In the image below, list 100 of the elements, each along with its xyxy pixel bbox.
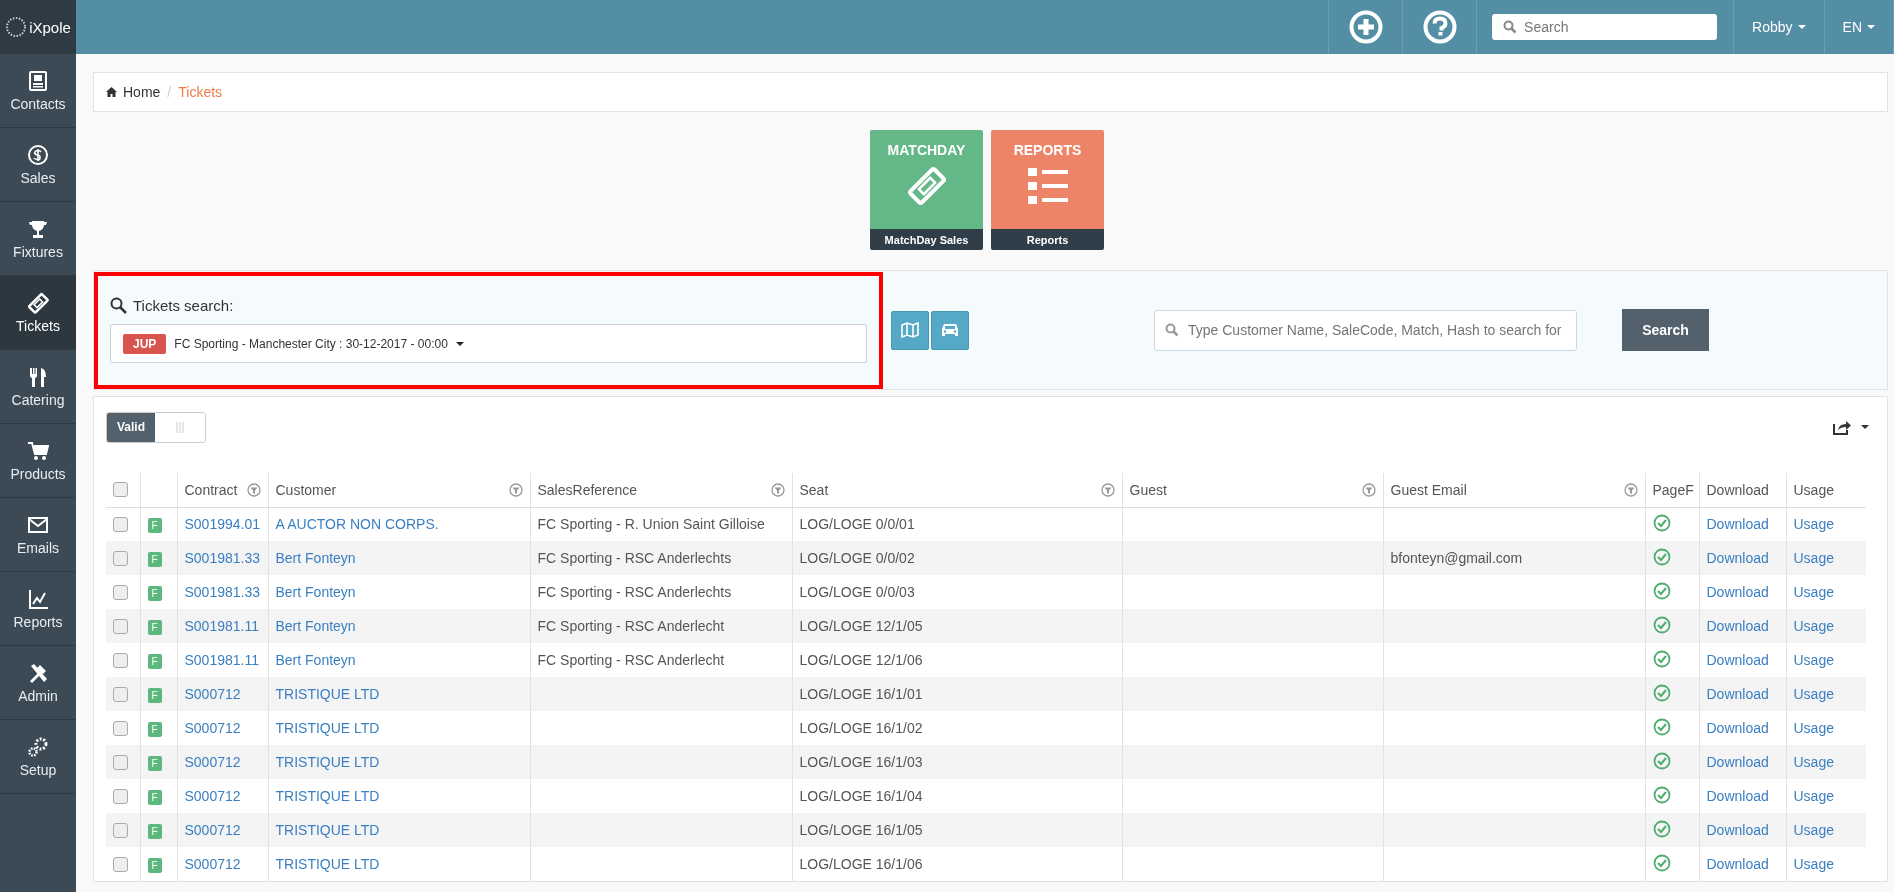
- contract-link[interactable]: S001994.01: [184, 516, 261, 533]
- cutlery-icon: [27, 365, 49, 388]
- table-cell: LOG/LOGE 16/1/03: [799, 754, 923, 770]
- search-button[interactable]: Search: [1622, 309, 1709, 351]
- breadcrumb-separator: /: [167, 84, 172, 100]
- row-checkbox[interactable]: [113, 550, 128, 566]
- caret-icon: [455, 341, 464, 346]
- dollar-icon: [27, 143, 49, 166]
- contract-link[interactable]: S000712: [184, 822, 241, 838]
- logo-text: iXpole: [29, 18, 71, 36]
- breadcrumb-link[interactable]: Home: [106, 84, 161, 100]
- download-link[interactable]: Download: [1706, 516, 1769, 533]
- customer-link[interactable]: TRISTIQUE LTD: [275, 720, 380, 736]
- customer-link[interactable]: TRISTIQUE LTD: [275, 788, 380, 804]
- add-icon[interactable]: [1348, 10, 1383, 44]
- filter-icon[interactable]: [1361, 482, 1376, 497]
- search-icon: [110, 297, 127, 314]
- row-checkbox[interactable]: [113, 822, 128, 838]
- row-checkbox[interactable]: [113, 856, 128, 872]
- usage-link[interactable]: Usage: [1793, 720, 1834, 736]
- download-link[interactable]: Download: [1706, 686, 1769, 702]
- status-badge: F: [147, 721, 162, 737]
- fixture-select[interactable]: JUP FC Sporting - Manchester City : 30-12-2017 - 00:00: [110, 324, 867, 363]
- filter-icon[interactable]: [1100, 482, 1115, 497]
- row-checkbox[interactable]: [113, 754, 128, 770]
- sidebar-item[interactable]: Tickets: [0, 276, 76, 350]
- download-link[interactable]: Download: [1706, 754, 1769, 770]
- row-checkbox[interactable]: [113, 618, 128, 634]
- valid-toggle[interactable]: Valid: [106, 411, 206, 443]
- customer-link[interactable]: Bert Fonteyn: [275, 618, 356, 634]
- row-checkbox[interactable]: [113, 652, 128, 668]
- map-button[interactable]: [891, 310, 929, 350]
- status-badge: F: [147, 551, 162, 567]
- usage-link[interactable]: Usage: [1793, 822, 1834, 838]
- breadcrumb-link[interactable]: Tickets: [178, 84, 223, 100]
- usage-link[interactable]: Usage: [1793, 754, 1834, 770]
- customer-link[interactable]: Bert Fonteyn: [275, 584, 356, 600]
- status-badge: F: [147, 823, 162, 839]
- usage-link[interactable]: Usage: [1793, 584, 1834, 600]
- download-link[interactable]: Download: [1706, 822, 1769, 838]
- filter-icon[interactable]: [508, 482, 523, 497]
- contract-link[interactable]: S000712: [184, 720, 241, 736]
- column-header: SalesReference: [537, 481, 638, 498]
- table-cell: LOG/LOGE 16/1/05: [799, 822, 923, 838]
- download-link[interactable]: Download: [1706, 720, 1769, 736]
- table-cell: LOG/LOGE 16/1/01: [799, 686, 923, 702]
- usage-link[interactable]: Usage: [1793, 516, 1834, 533]
- contract-link[interactable]: S001981.11: [184, 652, 259, 668]
- download-link[interactable]: Download: [1706, 652, 1769, 668]
- contract-link[interactable]: S001981.33: [184, 550, 261, 566]
- share-icon: [1833, 419, 1851, 435]
- customer-link[interactable]: TRISTIQUE LTD: [275, 856, 380, 872]
- customer-link[interactable]: A AUCTOR NON CORPS.: [275, 516, 439, 533]
- chart-icon: [27, 587, 49, 610]
- usage-link[interactable]: Usage: [1793, 652, 1834, 668]
- gears-icon: [27, 735, 49, 758]
- download-link[interactable]: Download: [1706, 550, 1769, 566]
- usage-link[interactable]: Usage: [1793, 788, 1834, 804]
- language-menu[interactable]: EN: [1823, 0, 1893, 54]
- download-link[interactable]: Download: [1706, 788, 1769, 804]
- contract-link[interactable]: S000712: [184, 754, 241, 770]
- car-icon: [940, 322, 960, 338]
- usage-link[interactable]: Usage: [1793, 686, 1834, 702]
- usage-link[interactable]: Usage: [1793, 856, 1834, 872]
- customer-search-field[interactable]: Type Customer Name, SaleCode, Match, Hash to search for: [1154, 309, 1577, 351]
- contract-link[interactable]: S000712: [184, 686, 241, 702]
- table-cell: LOG/LOGE 0/0/01: [799, 516, 915, 533]
- contract-link[interactable]: S000712: [184, 788, 241, 804]
- row-checkbox[interactable]: [113, 686, 128, 702]
- contract-link[interactable]: S000712: [184, 856, 241, 872]
- usage-link[interactable]: Usage: [1793, 618, 1834, 634]
- filter-icon[interactable]: [770, 482, 785, 497]
- usage-link[interactable]: Usage: [1793, 550, 1834, 566]
- car-button[interactable]: [931, 310, 969, 350]
- contract-link[interactable]: S001981.33: [184, 584, 261, 600]
- table-cell: LOG/LOGE 16/1/06: [799, 856, 923, 872]
- help-icon[interactable]: [1422, 10, 1457, 44]
- export-button[interactable]: [1833, 419, 1869, 435]
- logo-icon: [5, 16, 28, 38]
- download-link[interactable]: Download: [1706, 856, 1769, 872]
- contract-link[interactable]: S001981.11: [184, 618, 259, 634]
- column-header: Download: [1706, 481, 1769, 498]
- customer-link[interactable]: Bert Fonteyn: [275, 550, 356, 566]
- filter-icon[interactable]: [246, 482, 261, 497]
- row-checkbox[interactable]: [113, 720, 128, 736]
- customer-link[interactable]: Bert Fonteyn: [275, 652, 356, 668]
- filter-icon[interactable]: [1623, 482, 1638, 497]
- row-checkbox[interactable]: [113, 516, 128, 532]
- download-link[interactable]: Download: [1706, 618, 1769, 634]
- status-badge: F: [147, 687, 162, 703]
- customer-link[interactable]: TRISTIQUE LTD: [275, 754, 380, 770]
- select-all-checkbox[interactable]: [113, 482, 128, 498]
- customer-link[interactable]: TRISTIQUE LTD: [275, 686, 380, 702]
- cart-icon: [27, 439, 49, 462]
- search-field[interactable]: Search: [1492, 14, 1718, 40]
- user-menu[interactable]: Robby: [1733, 0, 1824, 54]
- row-checkbox[interactable]: [113, 788, 128, 804]
- download-link[interactable]: Download: [1706, 584, 1769, 600]
- customer-link[interactable]: TRISTIQUE LTD: [275, 822, 380, 838]
- row-checkbox[interactable]: [113, 584, 128, 600]
